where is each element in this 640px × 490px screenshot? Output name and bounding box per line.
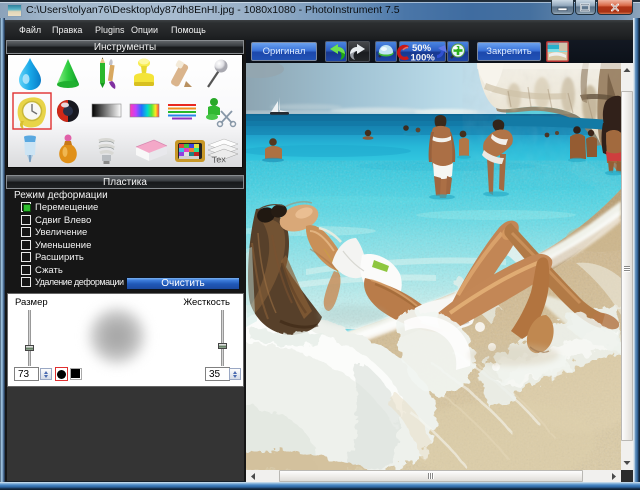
- svg-text:Tex: Tex: [211, 154, 226, 165]
- svg-text:100%: 100%: [411, 53, 436, 63]
